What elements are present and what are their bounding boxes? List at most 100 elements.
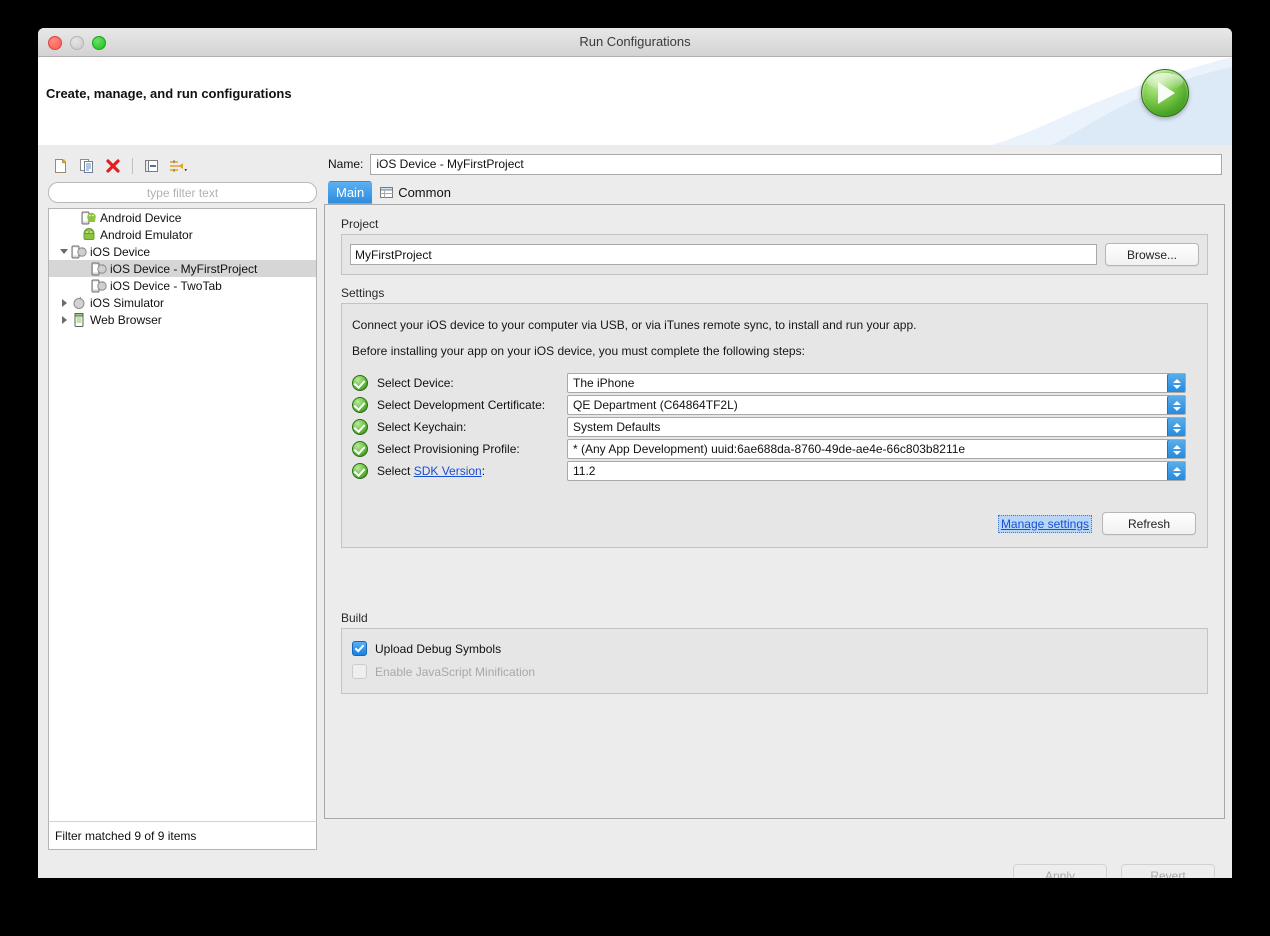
setting-label-certificate: Select Development Certificate: [377,398,546,412]
tree-item-label: iOS Device [90,244,151,259]
setting-label-sdk-version: Select SDK Version: [377,464,567,478]
tree-filter-input[interactable]: type filter text [48,182,317,203]
browse-button[interactable]: Browse... [1105,243,1199,266]
project-input[interactable]: MyFirstProject [350,244,1097,265]
enable-js-minification-label: Enable JavaScript Minification [375,664,536,679]
sdk-label-prefix: Select [377,464,414,478]
refresh-button[interactable]: Refresh [1102,512,1196,535]
collapse-all-icon[interactable] [141,156,163,177]
sdk-version-link[interactable]: SDK Version [414,464,482,478]
ios-simulator-icon [71,295,87,311]
delete-configuration-icon[interactable] [102,156,124,177]
tree-item-ios-device-myfirstproject[interactable]: iOS Device - MyFirstProject [49,260,316,277]
project-group: Project MyFirstProject Browse... [341,217,1208,275]
editor-tabs: Main Common [324,181,1225,205]
tree-item-label: Android Emulator [100,227,193,242]
settings-group: Settings Connect your iOS device to your… [341,286,1208,548]
window-titlebar: Run Configurations [38,28,1232,57]
duplicate-configuration-icon[interactable] [76,156,98,177]
toolbar-separator [132,158,133,174]
dialog-body: type filter text Android Device Android … [38,145,1232,878]
project-group-title: Project [341,217,379,231]
web-browser-icon [71,312,87,328]
keychain-combo[interactable]: System Defaults [567,417,1186,437]
settings-description-line1: Connect your iOS device to your computer… [352,318,917,332]
twisty-collapsed-icon[interactable] [57,311,71,328]
provisioning-profile-combo[interactable]: * (Any App Development) uuid:6ae688da-87… [567,439,1186,459]
enable-js-minification-checkbox [352,664,367,679]
device-combo-stepper-icon[interactable] [1167,374,1185,392]
configurations-tree[interactable]: Android Device Android Emulator iOS Devi… [48,208,317,821]
setting-row-keychain: Select Keychain: System Defaults [342,416,1207,438]
configuration-editor-panel: Name: iOS Device - MyFirstProject Main C… [324,153,1225,878]
manage-settings-link[interactable]: Manage settings [997,514,1092,533]
build-group-title: Build [341,611,368,625]
tree-item-label: iOS Device - TwoTab [110,278,222,293]
checkbox-row-upload-debug-symbols[interactable]: Upload Debug Symbols [342,637,1207,660]
tree-item-ios-simulator[interactable]: iOS Simulator [49,294,316,311]
sdk-version-combo[interactable]: 11.2 [567,461,1186,481]
setting-row-device: Select Device: The iPhone [342,372,1207,394]
keychain-combo-stepper-icon[interactable] [1167,418,1185,436]
tree-filter-placeholder: type filter text [146,185,219,200]
sdk-label-suffix: : [481,464,486,478]
setting-label-provisioning-profile: Select Provisioning Profile: [377,442,520,456]
main-tab-content: Project MyFirstProject Browse... Setting… [324,205,1225,819]
upload-debug-symbols-checkbox[interactable] [352,641,367,656]
settings-group-box: Connect your iOS device to your computer… [341,303,1208,548]
tab-main-label: Main [336,185,365,200]
setting-row-certificate: Select Development Certificate: QE Depar… [342,394,1207,416]
name-row: Name: iOS Device - MyFirstProject [324,153,1225,175]
twisty-placeholder [67,209,81,226]
configurations-panel: type filter text Android Device Android … [48,154,317,850]
certificate-combo-stepper-icon[interactable] [1167,396,1185,414]
certificate-combo-value: QE Department (C64864TF2L) [573,398,738,412]
tree-item-web-browser[interactable]: Web Browser [49,311,316,328]
tree-item-label: iOS Simulator [90,295,165,310]
ios-device-config-icon [91,261,107,277]
tree-item-android-device[interactable]: Android Device [49,209,316,226]
tree-item-label: iOS Device - MyFirstProject [110,261,258,276]
provisioning-profile-combo-value: * (Any App Development) uuid:6ae688da-87… [573,442,966,456]
android-emulator-icon [81,227,97,243]
tree-item-ios-device[interactable]: iOS Device [49,243,316,260]
sdk-version-combo-stepper-icon[interactable] [1167,462,1185,480]
build-group: Build Upload Debug Symbols Enable JavaSc… [341,611,1208,694]
status-ok-icon [352,419,368,435]
dialog-header: Create, manage, and run configurations [38,57,1232,146]
common-tab-icon [380,186,394,199]
name-input[interactable]: iOS Device - MyFirstProject [370,153,1222,175]
checkbox-row-enable-js-minification: Enable JavaScript Minification [342,660,1207,683]
twisty-collapsed-icon[interactable] [57,294,71,311]
revert-button[interactable]: Revert [1121,864,1215,878]
provisioning-profile-combo-stepper-icon[interactable] [1167,440,1185,458]
settings-description-line2: Before installing your app on your iOS d… [352,344,805,358]
setting-label-device: Select Device: [377,376,454,390]
tab-main[interactable]: Main [328,181,373,204]
status-ok-icon [352,397,368,413]
page-title: Create, manage, and run configurations [46,86,292,101]
apply-revert-buttons: Apply Revert [1013,864,1215,878]
tab-common[interactable]: Common [372,181,459,204]
tree-item-android-emulator[interactable]: Android Emulator [49,226,316,243]
tab-common-label: Common [398,185,451,200]
filter-menu-icon[interactable] [167,156,189,177]
apply-button[interactable]: Apply [1013,864,1107,878]
keychain-combo-value: System Defaults [573,420,661,434]
status-ok-icon [352,441,368,457]
certificate-combo[interactable]: QE Department (C64864TF2L) [567,395,1186,415]
setting-label-keychain: Select Keychain: [377,420,467,434]
device-combo[interactable]: The iPhone [567,373,1186,393]
status-ok-icon [352,463,368,479]
setting-row-provisioning-profile: Select Provisioning Profile: * (Any App … [342,438,1207,460]
tree-item-ios-device-twotab[interactable]: iOS Device - TwoTab [49,277,316,294]
android-device-icon [81,210,97,226]
twisty-expanded-icon[interactable] [57,243,71,260]
setting-row-sdk-version: Select SDK Version: 11.2 [342,460,1207,482]
project-row: MyFirstProject Browse... [342,235,1207,274]
upload-debug-symbols-label: Upload Debug Symbols [375,641,502,656]
run-configurations-window: Run Configurations Create, manage, and r… [38,28,1232,878]
name-label: Name: [328,157,364,171]
tree-item-label: Android Device [100,210,182,225]
new-configuration-icon[interactable] [50,156,72,177]
